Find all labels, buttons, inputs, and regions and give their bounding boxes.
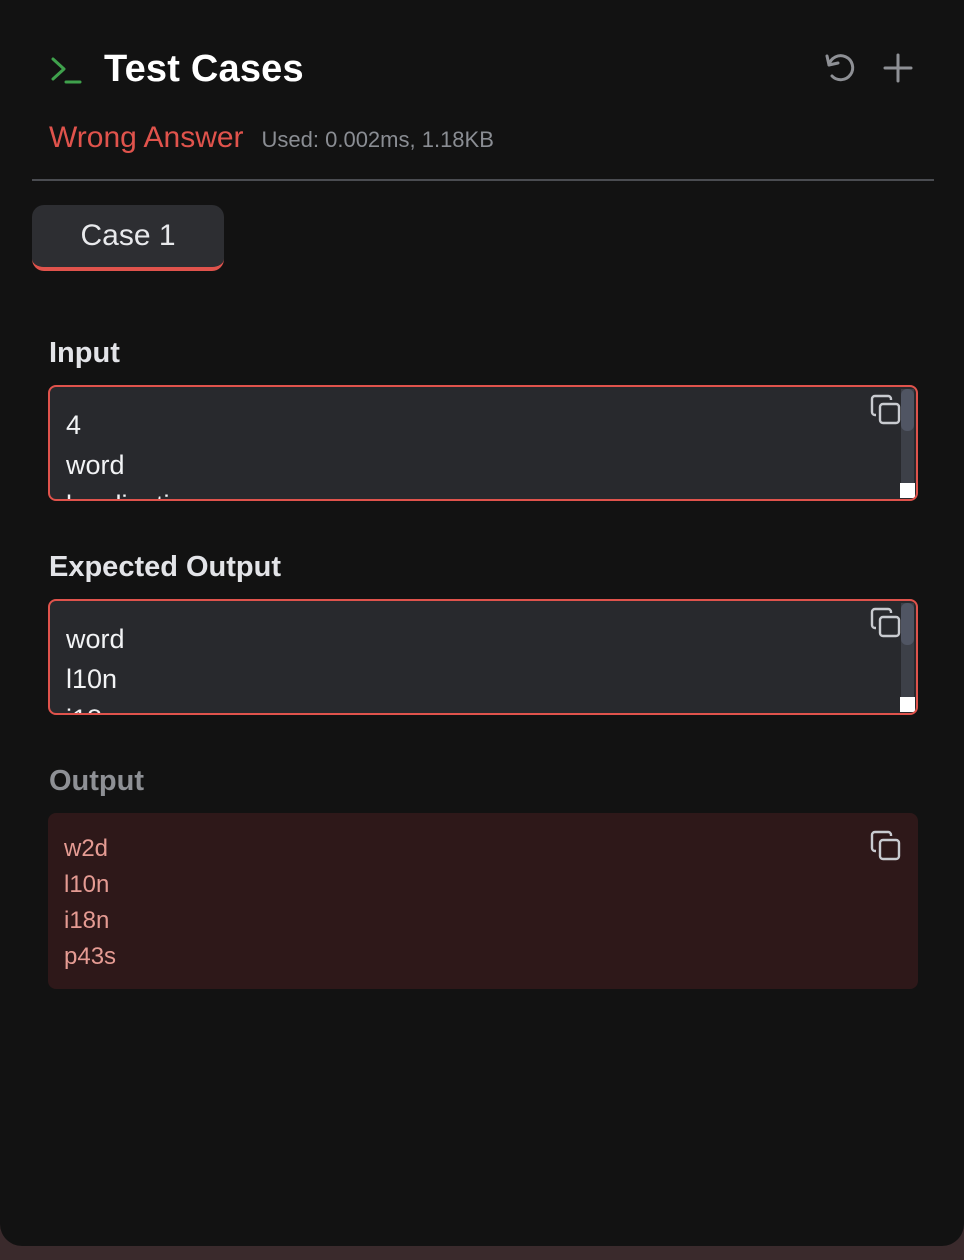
output-box: w2d l10n i18n p43s (48, 813, 918, 989)
plus-icon (883, 53, 913, 83)
tab-case-1[interactable]: Case 1 (32, 205, 224, 271)
output-value: w2d l10n i18n p43s (64, 835, 117, 970)
copy-expected-icon[interactable] (869, 606, 903, 640)
refresh-icon (825, 54, 855, 82)
input-label: Input (49, 337, 120, 369)
header-actions (822, 50, 916, 86)
divider (32, 179, 934, 181)
reset-button[interactable] (822, 50, 858, 86)
status-row: Wrong Answer Used: 0.002ms, 1.18KB (49, 121, 494, 155)
usage-stats: Used: 0.002ms, 1.18KB (261, 127, 494, 152)
expected-output-label: Expected Output (49, 551, 282, 583)
expected-output-value: word l10n i18n (66, 624, 125, 713)
panel-header: Test Cases (48, 48, 304, 91)
terminal-icon (51, 57, 82, 83)
input-value: 4 word localization (66, 410, 200, 499)
resize-handle[interactable] (900, 483, 915, 498)
output-label: Output (49, 765, 145, 797)
expected-output-textarea[interactable]: word l10n i18n (48, 599, 918, 715)
add-case-button[interactable] (880, 50, 916, 86)
test-cases-panel: Test Cases Wrong Answer Used: 0.002ms, 1… (0, 0, 964, 1246)
copy-input-icon[interactable] (869, 393, 903, 427)
verdict-label: Wrong Answer (49, 121, 244, 154)
panel-title: Test Cases (104, 48, 304, 90)
resize-handle[interactable] (900, 697, 915, 712)
input-textarea[interactable]: 4 word localization (48, 385, 918, 501)
copy-output-icon[interactable] (869, 829, 903, 863)
